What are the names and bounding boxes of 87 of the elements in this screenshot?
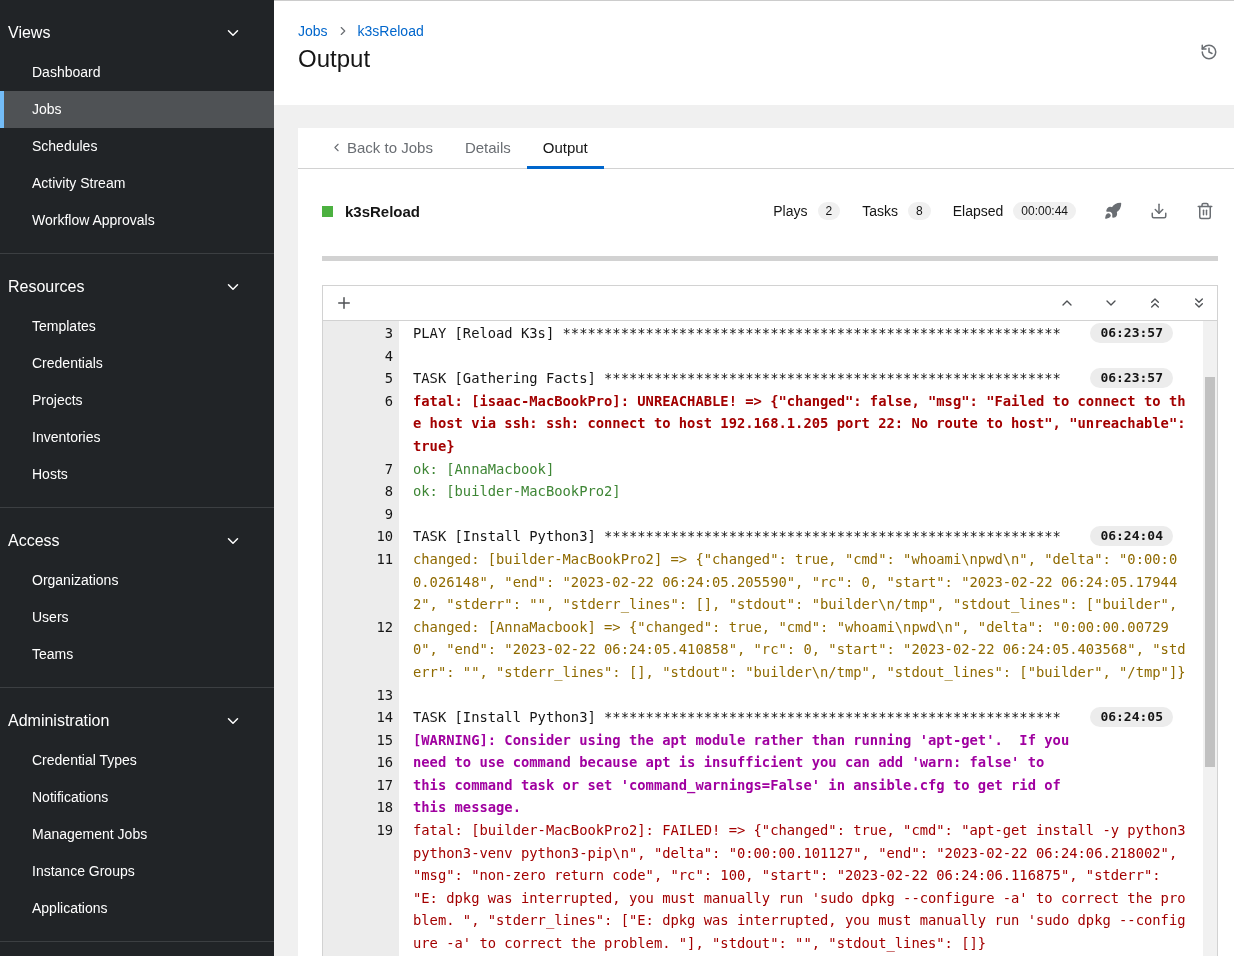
log-line: PLAY [Reload K3s] ************************************************************ [413, 324, 1062, 343]
line-number: 8 [383, 482, 393, 502]
nav-group-toggle[interactable]: Access [0, 520, 274, 562]
log-line: ok: [AnnaMacbook] [413, 459, 556, 479]
nav-item[interactable]: Notifications [0, 779, 274, 816]
nav-item[interactable]: Workflow Approvals [0, 202, 274, 239]
log-line: 0.026148", "end": "2023-02-22 06:24:05.205590", "rc": 0, "start": "2023-02-22 06:24:05.17944 [413, 572, 1179, 592]
line-number: 5 [383, 369, 393, 389]
nav-item[interactable]: Dashboard [0, 54, 274, 91]
line-number: 7 [383, 459, 393, 479]
nav-item[interactable]: Management Jobs [0, 816, 274, 853]
line-number: 16 [375, 753, 393, 773]
log-line: fatal: [isaac-MacBookPro]: UNREACHABLE! => {"changed": false, "msg": "Failed to connect to th [413, 391, 1187, 411]
stat-label: Plays [773, 203, 808, 219]
back-link[interactable]: Back to Jobs [314, 128, 449, 169]
line-number: 19 [375, 821, 393, 841]
timestamp: 06:24:04 [1090, 526, 1173, 547]
nav-item[interactable]: Schedules [0, 128, 274, 165]
nav-item[interactable]: Applications [0, 890, 274, 927]
nav-item[interactable]: Teams [0, 636, 274, 673]
log-line: changed: [builder-MacBookPro2] => {"changed": true, "cmd": "whoami\npwd\n", "delta": "0:00:0 [413, 549, 1179, 569]
nav-item[interactable]: Activity Stream [0, 165, 274, 202]
line-number: 13 [375, 685, 393, 705]
count-badge: 2 [817, 202, 841, 220]
log-line: 0", "end": "2023-02-22 06:24:05.410858", "rc": 0, "start": "2023-02-22 06:24:05.403568", "std [413, 640, 1187, 660]
log-line: TASK [Install Python3] ******************************************************* [413, 708, 1062, 728]
log-line: fatal: [builder-MacBookPro2]: FAILED! => {"changed": true, "cmd": "apt-get install -y python3 [413, 821, 1187, 841]
expand-all-icon[interactable] [335, 294, 353, 312]
tab[interactable]: Output [526, 128, 604, 169]
log-line: changed: [AnnaMacbook] => {"changed": true, "cmd": "whoami\npwd\n", "delta": "0:00:00.00729 [413, 617, 1170, 637]
nav-item[interactable]: Hosts [0, 456, 274, 493]
line-number: 6 [383, 391, 393, 411]
count-badge: 00:00:44 [1013, 202, 1076, 220]
line-number: 11 [375, 549, 393, 569]
page-title: Output [298, 45, 372, 73]
scrollbar[interactable] [1203, 321, 1217, 956]
nav-item[interactable]: Templates [0, 308, 274, 345]
nav-item[interactable]: Credential Types [0, 742, 274, 779]
log-line: true} [413, 436, 456, 456]
log-line: "msg": "non-zero return code", "rc": 100, "start": "2023-02-22 06:24:06.116875", "stderr": [413, 866, 1162, 886]
breadcrumb-link[interactable]: k3sReload [357, 23, 424, 39]
job-name: k3sReload [345, 202, 422, 220]
log-line: this command task or set 'command_warnings=False' in ansible.cfg to get rid of [413, 775, 1062, 796]
nav-item[interactable]: Organizations [0, 562, 274, 599]
line-number: 18 [375, 798, 393, 818]
line-number: 3 [383, 324, 393, 343]
log-line: blem. ", "stderr_lines": ["E: dpkg was interrupted, you must manually run 'sudo dpkg --config [413, 911, 1187, 931]
log-line: TASK [Install Python3] ******************************************************* [413, 527, 1062, 547]
stat-label: Elapsed [952, 203, 1004, 219]
nav-item[interactable]: Users [0, 599, 274, 636]
log-line: "E: dpkg was interrupted, you must manually run 'sudo dpkg --configure -a' to correct the pro [413, 888, 1187, 908]
rocket-icon[interactable] [1104, 202, 1122, 220]
nav-item[interactable]: Credentials [0, 345, 274, 382]
log-line: this message. [413, 798, 522, 818]
nav-group-toggle[interactable]: Views [0, 12, 274, 54]
nav-item[interactable]: Instance Groups [0, 853, 274, 890]
log-line: ure -a' to correct the problem. "], "stdout": "", "stdout_lines": []} [413, 934, 988, 954]
nav-group-toggle[interactable]: Resources [0, 266, 274, 308]
nav-item[interactable]: Inventories [0, 419, 274, 456]
nav-item[interactable]: Jobs [0, 91, 274, 128]
history-icon[interactable] [1200, 43, 1218, 61]
log-line: ok: [builder-MacBookPro2] [413, 482, 622, 502]
log-line: 2", "stderr": "", "stderr_lines": [], "stdout": "builder\n/tmp", "stdout_lines": ["builder", [413, 595, 1179, 615]
line-number: 14 [375, 708, 393, 728]
timestamp: 06:23:57 [1090, 323, 1173, 343]
line-number: 10 [375, 527, 393, 547]
delete-icon[interactable] [1196, 202, 1214, 220]
line-number: 12 [375, 617, 393, 637]
nav-group-toggle[interactable]: Administration [0, 700, 274, 742]
download-icon[interactable] [1150, 202, 1168, 220]
log-line: err": "", "stderr_lines": [], "stdout": "builder\n/tmp", "stdout_lines": ["builder", "/tmp"]} [413, 662, 1187, 683]
log-line: python3-venv python3-pip\n", "delta": "0:00:00.101127", "end": "2023-02-22 06:24:06.218002", [413, 843, 1179, 863]
line-number: 9 [383, 504, 393, 524]
nav-item[interactable]: Projects [0, 382, 274, 419]
log-line: [WARNING]: Consider using the apt module rather than running 'apt-get'. If you [413, 730, 1071, 750]
log-line: TASK [Gathering Facts] ******************************************************* [413, 369, 1062, 389]
stat-label: Tasks [862, 203, 898, 219]
timestamp: 06:23:57 [1090, 368, 1173, 389]
line-number: 4 [383, 346, 393, 366]
log-line: need to use command because apt is insufficient you can add 'warn: false' to [413, 753, 1046, 773]
count-badge: 8 [908, 202, 931, 220]
log-line: e host via ssh: ssh: connect to host 192.168.1.205 port 22: No route to host", "unreachable": [413, 414, 1187, 434]
line-number: 17 [375, 775, 393, 795]
breadcrumb-link[interactable]: Jobs [298, 23, 328, 39]
timestamp: 06:24:05 [1090, 707, 1173, 728]
line-number: 15 [375, 730, 393, 750]
tab[interactable]: Details [448, 128, 527, 169]
